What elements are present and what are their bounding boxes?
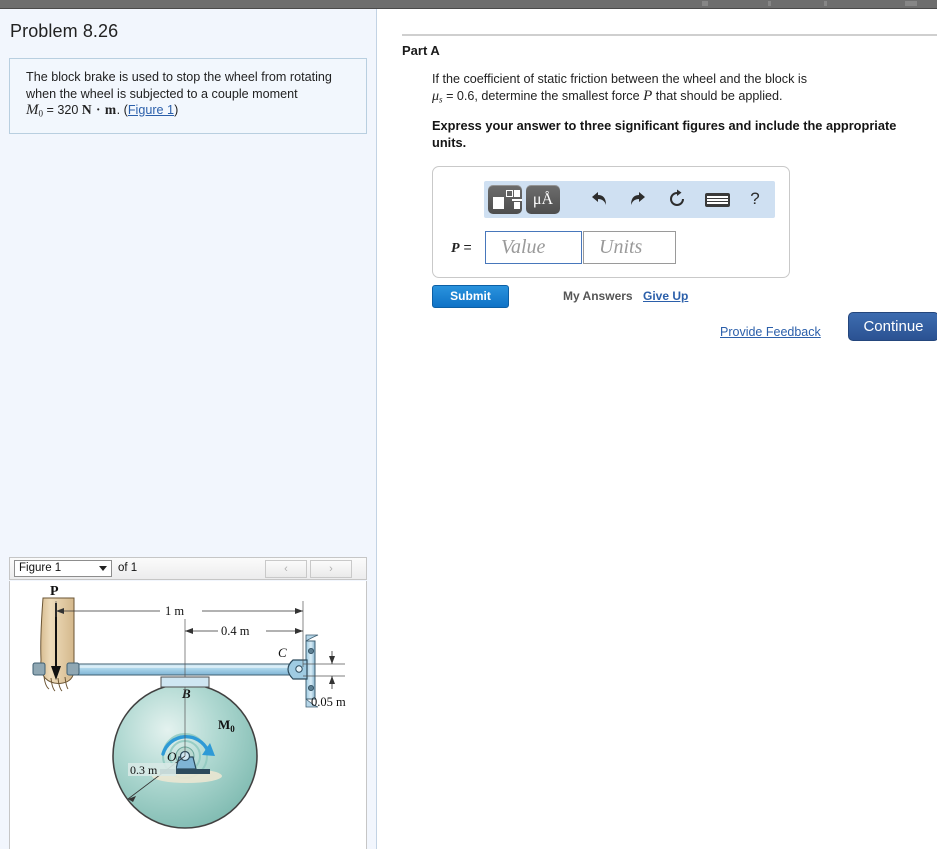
reset-icon[interactable]: [666, 189, 688, 213]
figure-toolbar: Figure 1 of 1 ‹ ›: [9, 557, 367, 580]
math-template-button[interactable]: [488, 185, 522, 214]
dim-04m: 0.4 m: [221, 624, 250, 638]
redo-icon[interactable]: [627, 189, 649, 212]
units-icon: μÅ: [532, 191, 554, 208]
page-title: Problem 8.26: [10, 21, 119, 41]
dim-005m: 0.05 m: [311, 695, 346, 709]
problem-statement-box: The block brake is used to stop the whee…: [9, 58, 367, 135]
statement-line-2: when the wheel is subjected to a couple …: [26, 86, 298, 101]
figure-select-value: Figure 1: [19, 562, 62, 574]
moment-symbol: M: [26, 102, 39, 118]
continue-button[interactable]: Continue: [848, 312, 937, 341]
figure-next-button[interactable]: ›: [310, 560, 352, 578]
label-point-b: B: [181, 686, 191, 701]
my-answers-label[interactable]: My Answers: [563, 289, 633, 303]
label-point-c: C: [278, 645, 287, 660]
label-radius: 0.3 m: [130, 763, 158, 777]
question-text: If the coefficient of static friction be…: [432, 71, 920, 109]
answer-variable-label: P =: [451, 239, 472, 257]
answer-equals: =: [463, 239, 472, 255]
mu-subscript: s: [439, 94, 443, 105]
label-point-o: O: [167, 749, 177, 764]
label-force-p: P: [50, 584, 59, 599]
answer-toolbar: μÅ ?: [484, 181, 775, 218]
part-label: Part A: [402, 43, 440, 58]
moment-unit: N · m: [81, 102, 117, 117]
help-icon[interactable]: ?: [745, 189, 765, 209]
figure-prev-button[interactable]: ‹: [265, 560, 307, 578]
figure-select[interactable]: Figure 1: [14, 560, 112, 577]
units-placeholder: Units: [599, 236, 643, 258]
chevron-down-icon: [99, 566, 107, 571]
figure-count-label: of 1: [118, 562, 138, 574]
value-placeholder: Value: [501, 236, 546, 258]
mu-symbol: μ: [432, 89, 440, 104]
give-up-link[interactable]: Give Up: [643, 289, 688, 303]
figure-container[interactable]: B O M0 0.3 m C P 1 m 0.4 m 0.05 m: [9, 581, 367, 849]
value-input[interactable]: Value: [485, 231, 582, 264]
answer-widget: μÅ ? P = Value Units: [432, 166, 790, 278]
dim-1m: 1 m: [165, 604, 184, 618]
moment-subscript: 0: [38, 108, 44, 119]
answer-variable: P: [451, 241, 460, 256]
question-line-1: If the coefficient of static friction be…: [432, 72, 807, 86]
keyboard-icon[interactable]: [705, 193, 730, 207]
answer-instruction: Express your answer to three significant…: [432, 118, 897, 150]
section-divider: [402, 34, 937, 36]
moment-equation: = 320: [46, 103, 79, 117]
page-root: Problem 8.26 The block brake is used to …: [0, 0, 937, 849]
provide-feedback-link[interactable]: Provide Feedback: [720, 325, 821, 339]
statement-line-1: The block brake is used to stop the whee…: [26, 70, 332, 84]
force-symbol: P: [643, 88, 653, 104]
units-button[interactable]: μÅ: [526, 185, 560, 214]
block-brake-diagram: B O M0 0.3 m C P 1 m 0.4 m 0.05 m: [32, 584, 346, 829]
figure-1-link[interactable]: Figure 1: [128, 103, 174, 117]
answer-pane: Part A If the coefficient of static fric…: [378, 9, 937, 849]
submit-button[interactable]: Submit: [432, 285, 509, 308]
units-input[interactable]: Units: [583, 231, 676, 264]
undo-icon[interactable]: [588, 189, 610, 212]
problem-pane: Problem 8.26 The block brake is used to …: [0, 9, 377, 849]
question-line-2a: = 0.6, determine the smallest force: [446, 89, 640, 103]
question-line-2b: that should be applied.: [655, 89, 783, 103]
math-template-icon: [493, 197, 504, 209]
browser-top-strip: [0, 0, 937, 9]
problem-statement-text: The block brake is used to stop the whee…: [26, 70, 332, 119]
